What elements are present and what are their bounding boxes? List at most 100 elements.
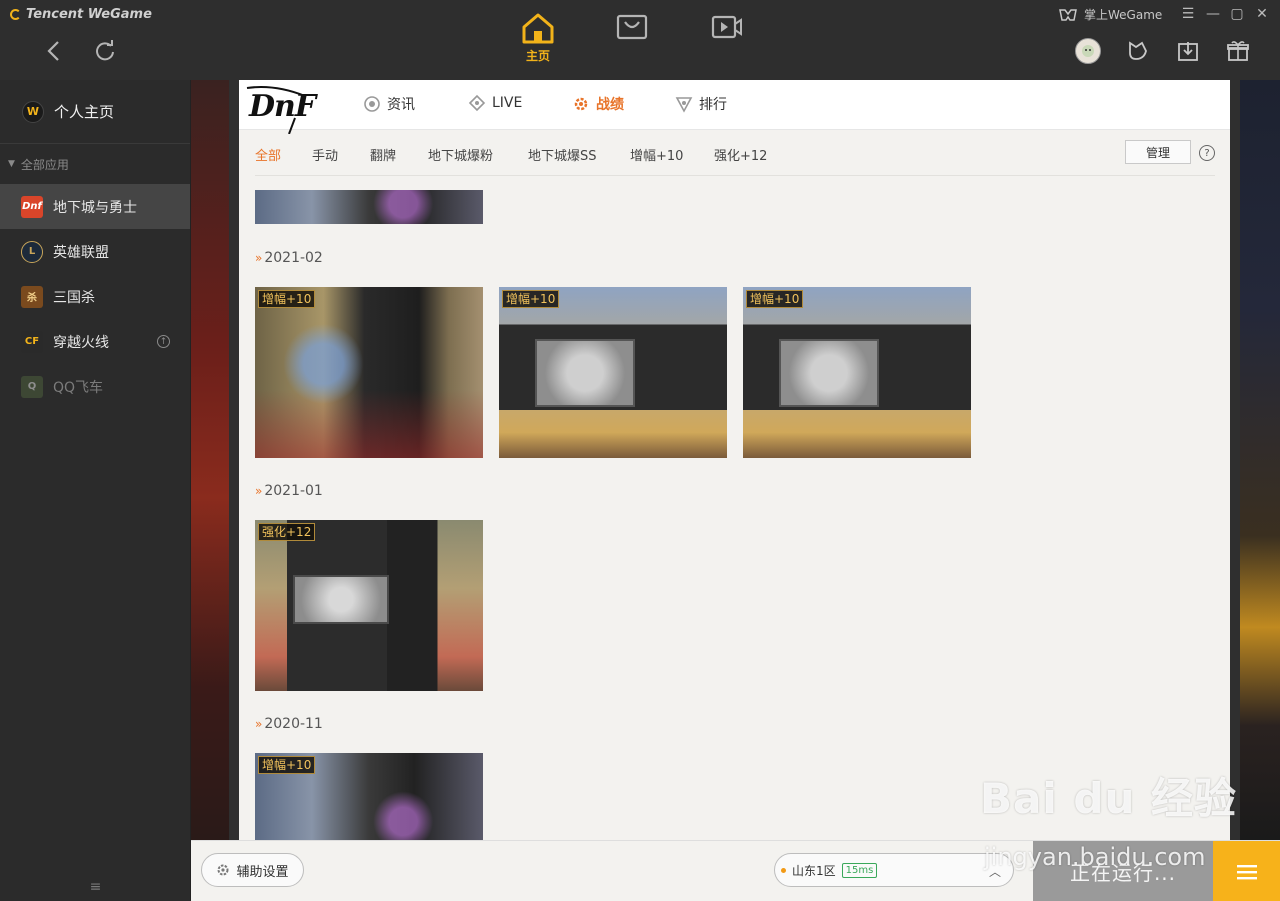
- tab-live[interactable]: LIVE: [468, 94, 522, 112]
- menu-button[interactable]: ☰: [1180, 6, 1196, 22]
- month-label: 2021-02: [264, 250, 323, 266]
- sidebar-item-lol[interactable]: L 英雄联盟: [0, 229, 190, 274]
- lol-icon: L: [21, 240, 43, 263]
- tab-news[interactable]: 资讯: [363, 94, 415, 114]
- month-header: » 2020-11: [255, 716, 323, 732]
- hamburger-icon: [1236, 864, 1257, 879]
- sidebar-item-label: 三国杀: [53, 289, 95, 306]
- month-header: » 2021-01: [255, 483, 323, 499]
- ping-badge: 15ms: [841, 862, 878, 878]
- main-content: DnF 资讯 LIVE 战绩 排行 全部 手动 翻牌 地下城爆粉 地下城爆SS …: [239, 80, 1230, 840]
- record-thumbnail[interactable]: 强化+12: [255, 520, 483, 691]
- download-button[interactable]: [1175, 38, 1201, 64]
- month-header: » 2021-02: [255, 250, 323, 266]
- double-chevron-right-icon: »: [255, 484, 263, 498]
- gear-icon: [572, 95, 590, 113]
- month-label: 2021-01: [264, 483, 323, 499]
- tab-ranking-label: 排行: [699, 97, 727, 113]
- filter-all[interactable]: 全部: [255, 145, 281, 164]
- update-icon[interactable]: ↑: [157, 335, 170, 348]
- svg-text:DnF: DnF: [248, 89, 319, 124]
- sidebar-item-dnf[interactable]: Dnf 地下城与勇士: [0, 184, 190, 229]
- live-icon: [468, 94, 486, 112]
- sidebar: W 个人主页 ▼ 全部应用 Dnf 地下城与勇士 L 英雄联盟 杀 三国杀 CF…: [0, 80, 191, 901]
- close-icon: ✕: [1256, 6, 1268, 22]
- record-thumbnail[interactable]: 增幅+10: [255, 287, 483, 458]
- sidebar-item-sanguosha[interactable]: 杀 三国杀: [0, 274, 190, 319]
- double-chevron-right-icon: »: [255, 717, 263, 731]
- tab-live-label: LIVE: [492, 95, 523, 111]
- dnf-logo[interactable]: DnF: [245, 82, 337, 135]
- refresh-button[interactable]: [90, 36, 120, 66]
- assist-settings-button[interactable]: 辅助设置: [201, 853, 304, 887]
- minimize-button[interactable]: —: [1205, 6, 1221, 22]
- dnf-logo-art: DnF: [246, 86, 320, 135]
- minimize-icon: —: [1206, 6, 1220, 22]
- avatar-icon: [1082, 45, 1094, 57]
- help-icon[interactable]: ?: [1199, 145, 1215, 161]
- filter-flip[interactable]: 翻牌: [370, 145, 396, 164]
- record-thumbnail[interactable]: 增幅+10: [499, 287, 727, 458]
- record-tag: 增幅+10: [502, 290, 560, 308]
- profile-link[interactable]: W 个人主页: [0, 80, 190, 144]
- profile-label: 个人主页: [54, 103, 115, 121]
- filter-dungeon-ss[interactable]: 地下城爆SS: [528, 145, 597, 164]
- gift-icon: [1227, 41, 1249, 61]
- mobile-wegame-link[interactable]: 掌上WeGame: [1058, 6, 1162, 23]
- filter-manual[interactable]: 手动: [312, 145, 338, 164]
- friends-button[interactable]: [1125, 38, 1151, 64]
- chevron-left-icon: [47, 41, 59, 61]
- filter-amplify-10[interactable]: 增幅+10: [630, 145, 683, 164]
- tab-news-label: 资讯: [387, 97, 415, 113]
- assist-settings-label: 辅助设置: [236, 864, 289, 880]
- watermark-title: Bai du 经验: [980, 774, 1237, 823]
- hamburger-icon: ☰: [1181, 6, 1195, 22]
- filter-enhance-12[interactable]: 强化+12: [714, 145, 767, 164]
- record-thumbnail[interactable]: 增幅+10: [255, 753, 483, 840]
- record-thumbnail[interactable]: [255, 190, 483, 224]
- tab-home-label: 主页: [525, 49, 550, 63]
- sanguosha-icon: 杀: [21, 285, 43, 308]
- filter-dungeon-pink[interactable]: 地下城爆粉: [428, 145, 493, 164]
- section-all-apps-label: 全部应用: [20, 157, 69, 172]
- background-art-left: [191, 80, 229, 840]
- hamburger-icon: ≡: [89, 879, 102, 895]
- records-list[interactable]: » 2021-02 增幅+10 增幅+10 增幅+10 » 2021-01 强化…: [255, 176, 1215, 840]
- tab-records[interactable]: 战绩: [572, 94, 624, 114]
- home-icon: [522, 13, 554, 44]
- frame-left: [229, 80, 239, 840]
- tab-records-label: 战绩: [596, 97, 624, 113]
- sidebar-item-cf[interactable]: CF 穿越火线 ↑: [0, 319, 190, 364]
- maximize-button[interactable]: ▢: [1229, 6, 1245, 22]
- game-nav: DnF 资讯 LIVE 战绩 排行: [239, 80, 1230, 135]
- game-menu-button[interactable]: [1213, 841, 1280, 901]
- record-thumbnail[interactable]: 增幅+10: [743, 287, 971, 458]
- sidebar-item-label: 穿越火线: [53, 334, 109, 351]
- tab-video[interactable]: [697, 12, 757, 70]
- avatar[interactable]: [1075, 38, 1101, 64]
- close-button[interactable]: ✕: [1254, 6, 1270, 22]
- gear-icon: [217, 864, 229, 876]
- video-icon: [711, 15, 742, 39]
- gift-button[interactable]: [1225, 38, 1251, 64]
- tab-store[interactable]: [602, 12, 662, 70]
- background-art-right: [1240, 80, 1280, 840]
- baidu-watermark: Bai du 经验 jingyan.baidu.com: [980, 765, 1237, 871]
- back-button[interactable]: [38, 36, 68, 66]
- month-label: 2020-11: [264, 716, 323, 732]
- sidebar-menu-button[interactable]: ≡: [0, 873, 191, 901]
- server-selector[interactable]: 山东1区 15ms ︿: [774, 853, 1014, 887]
- tab-home[interactable]: 主页: [508, 12, 568, 70]
- wegame-g-icon: [10, 9, 21, 20]
- watermark-url: jingyan.baidu.com: [984, 843, 1206, 871]
- manage-button[interactable]: 管理: [1125, 140, 1191, 164]
- dnf-icon: Dnf: [21, 195, 43, 218]
- frame-right: [1230, 80, 1240, 840]
- shopping-bag-icon: [616, 14, 648, 40]
- tab-ranking[interactable]: 排行: [675, 94, 727, 114]
- cf-icon: CF: [21, 330, 43, 353]
- sidebar-item-qqspeed[interactable]: Q QQ飞车: [0, 364, 190, 409]
- ranking-icon: [675, 95, 693, 113]
- section-all-apps[interactable]: ▼ 全部应用: [0, 144, 190, 184]
- filter-bar: 全部 手动 翻牌 地下城爆粉 地下城爆SS 增幅+10 强化+12 管理 ?: [255, 140, 1215, 176]
